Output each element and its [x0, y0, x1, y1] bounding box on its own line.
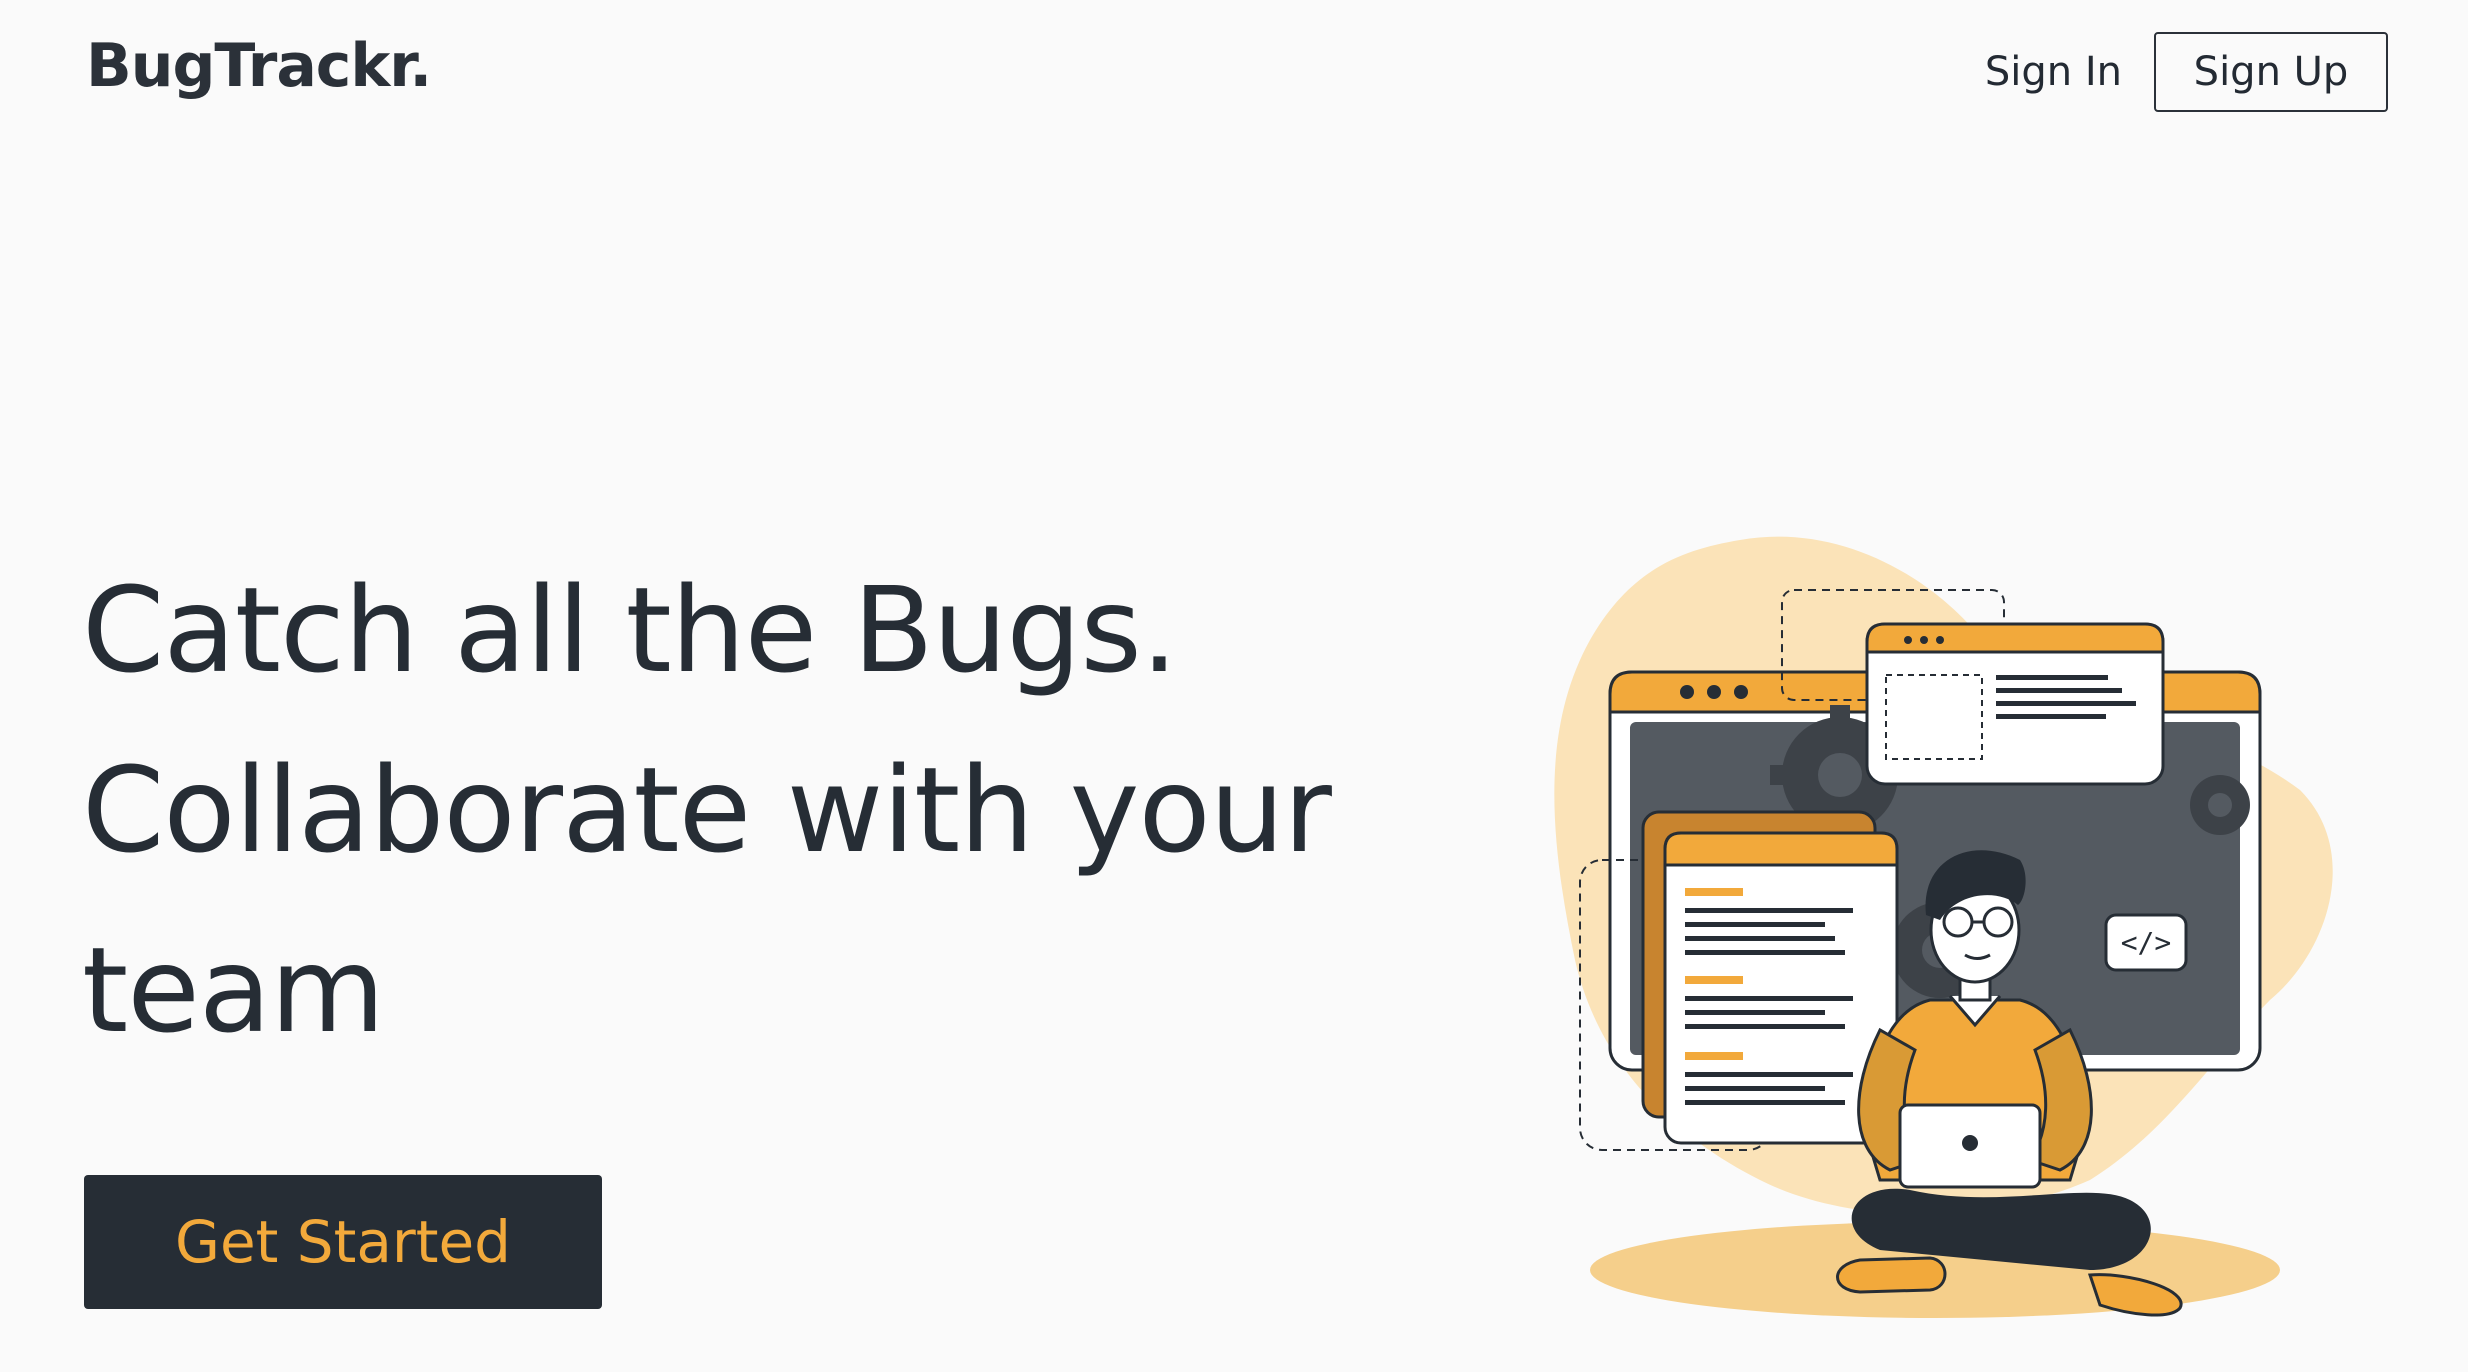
code-tag-icon: </> — [2104, 913, 2188, 972]
code-tag-label: </> — [2121, 926, 2172, 959]
hero-headline: Catch all the Bugs. Collaborate with you… — [82, 540, 1332, 1080]
hero-line-3: team — [82, 921, 385, 1059]
hero-line-1: Catch all the Bugs. — [82, 561, 1178, 699]
gear-icon — [2190, 775, 2250, 835]
sign-up-button[interactable]: Sign Up — [2154, 32, 2388, 112]
top-nav: Sign In Sign Up — [1985, 32, 2388, 112]
get-started-button[interactable]: Get Started — [84, 1175, 602, 1309]
brand-logo[interactable]: BugTrackr. — [86, 28, 432, 104]
hero-line-2: Collaborate with your — [82, 741, 1332, 879]
laptop-icon — [1898, 1103, 2042, 1189]
developer-illustration: </> — [1554, 536, 2333, 1318]
small-window — [1865, 622, 2165, 786]
sign-in-link[interactable]: Sign In — [1985, 32, 2122, 112]
